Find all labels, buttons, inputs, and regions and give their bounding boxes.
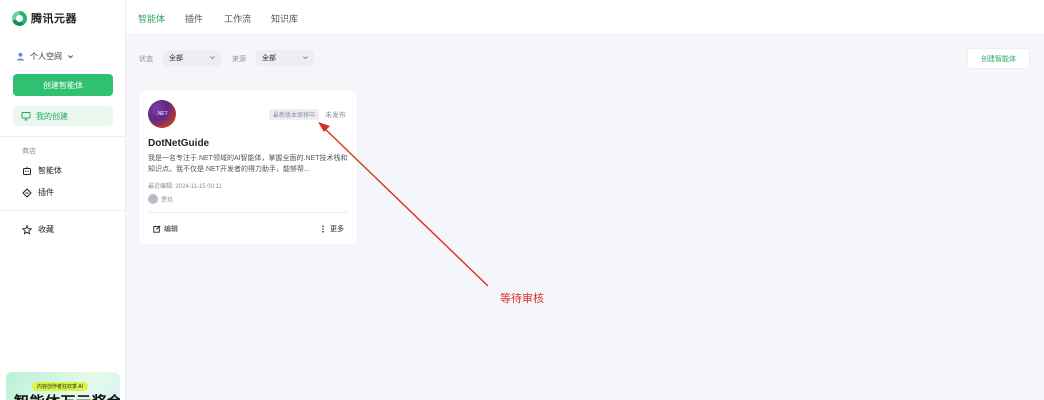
publish-status: 未发布 <box>325 112 346 119</box>
author-name: 贾玖 <box>161 197 174 204</box>
top-nav: 智能体 插件 工作流 知识库 <box>126 0 1044 35</box>
user-icon <box>16 52 25 61</box>
promo-tag: 内容创作者狂欢季 AI <box>32 382 89 391</box>
agent-avatar: .NET <box>148 100 176 128</box>
tab-knowledge-base[interactable]: 知识库 <box>271 12 298 25</box>
annotation-label: 等待审核 <box>500 293 544 305</box>
divider <box>0 210 126 211</box>
agent-card[interactable]: .NET 最新版本审核中 未发布 DotNetGuide 我是一名专注于.NET… <box>139 90 357 244</box>
chevron-down-icon <box>67 55 74 59</box>
brand-name: 腾讯元器 <box>31 13 77 25</box>
create-agent-top-button[interactable]: 创建智能体 <box>967 48 1030 69</box>
more-vertical-icon <box>322 225 324 233</box>
chevron-down-icon <box>302 56 309 60</box>
status-filter-label: 状态 <box>139 56 153 63</box>
last-edit-time: 最近编辑: 2024-11-15 00:11 <box>148 184 222 190</box>
robot-icon <box>23 166 31 175</box>
sidebar-item-my-created[interactable]: 我的创建 <box>13 106 113 126</box>
divider <box>148 212 348 213</box>
star-icon <box>22 224 32 235</box>
agent-description: 我是一名专注于.NET领域的AI智能体，掌握全面的.NET技术栈和知识点。我不仅… <box>148 155 348 173</box>
sidebar-item-label: 插件 <box>38 188 54 197</box>
brand-logo[interactable]: 腾讯元器 <box>12 10 77 26</box>
sidebar-item-favorites[interactable]: 收藏 <box>22 224 54 235</box>
status-filter-value: 全部 <box>169 55 183 62</box>
brand-logo-icon <box>12 10 27 26</box>
more-button[interactable]: 更多 <box>319 224 344 234</box>
plugin-icon <box>22 187 32 198</box>
agent-title: DotNetGuide <box>148 138 210 149</box>
space-label: 个人空间 <box>30 52 62 61</box>
edit-icon <box>153 225 161 233</box>
tab-agents[interactable]: 智能体 <box>138 12 165 25</box>
tab-workflows[interactable]: 工作流 <box>224 12 251 25</box>
author-info: 贾玖 <box>148 194 173 204</box>
source-filter-select[interactable]: 全部 <box>256 50 314 66</box>
sidebar-item-label: 我的创建 <box>36 111 68 121</box>
sidebar-item-label: 收藏 <box>38 225 54 234</box>
status-filter-select[interactable]: 全部 <box>163 50 221 66</box>
author-avatar <box>148 194 158 204</box>
sidebar-item-label: 智能体 <box>38 166 62 175</box>
avatar-label: .NET <box>156 111 168 117</box>
more-label: 更多 <box>330 226 344 233</box>
divider <box>0 136 126 137</box>
edit-label: 编辑 <box>164 226 178 233</box>
edit-button[interactable]: 编辑 <box>153 224 178 234</box>
chevron-down-icon <box>209 56 216 60</box>
store-section-label: 商店 <box>22 148 36 155</box>
tab-plugins[interactable]: 插件 <box>185 12 203 25</box>
create-agent-button[interactable]: 创建智能体 <box>13 74 113 96</box>
review-status-badge: 最新版本审核中 <box>269 109 320 120</box>
sidebar: 腾讯元器 个人空间 创建智能体 我的创建 商店 智能体 插件 收藏 内容创作者狂… <box>0 0 126 400</box>
space-switcher[interactable]: 个人空间 <box>16 51 74 62</box>
source-filter-value: 全部 <box>262 55 276 62</box>
sidebar-item-agents[interactable]: 智能体 <box>22 165 62 176</box>
promo-banner[interactable]: 内容创作者狂欢季 AI 智能体万元奖金 <box>6 372 120 400</box>
monitor-icon <box>21 112 31 121</box>
promo-title: 智能体万元奖金 <box>14 391 120 400</box>
sidebar-item-plugins[interactable]: 插件 <box>22 187 54 198</box>
source-filter-label: 来源 <box>232 56 246 63</box>
